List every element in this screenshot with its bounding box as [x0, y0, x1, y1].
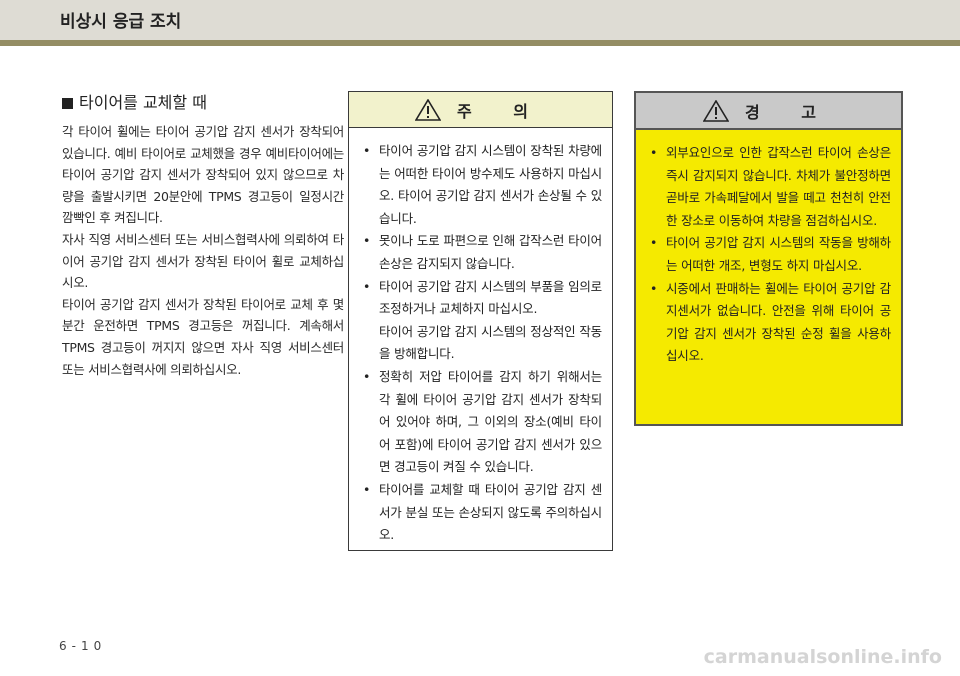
warning-box: 경 고 • 외부요인으로 인한 갑작스런 타이어 손상은 즉시 감지되지 않습니다…: [634, 91, 903, 426]
page-header: 비상시 응급 조치: [0, 0, 960, 40]
warning-list: • 외부요인으로 인한 갑작스런 타이어 손상은 즉시 감지되지 않습니다. 차체…: [636, 130, 901, 368]
caution-list: • 타이어 공기압 감지 시스템이 장착된 차량에는 어떠한 타이어 방수제도 사…: [349, 128, 612, 547]
chapter-title: 비상시 응급 조치: [60, 12, 182, 32]
caution-item-text: 타이어 공기압 감지 시스템의 정상적인 작동을 방해합니다.: [379, 323, 602, 362]
body-paragraph: 각 타이어 휠에는 타이어 공기압 감지 센서가 장착되어 있습니다. 예비 타…: [62, 124, 344, 226]
list-bullet: •: [650, 280, 658, 296]
warning-item: • 시중에서 판매하는 휠에는 타이어 공기압 감지센서가 없습니다. 안전을 위…: [650, 278, 891, 368]
page-number: 6-10: [59, 639, 107, 653]
list-bullet: •: [363, 481, 371, 497]
list-bullet: •: [363, 233, 371, 249]
warning-triangle-icon: [702, 99, 729, 122]
caution-item-text: 정확히 저압 타이어를 감지 하기 위해서는 각 휠에 타이어 공기압 감지 센…: [379, 368, 602, 475]
section-heading-text: 타이어를 교체할 때: [79, 93, 207, 112]
caution-box: 주 의 • 타이어 공기압 감지 시스템이 장착된 차량에는 어떠한 타이어 방수…: [348, 91, 613, 551]
caution-item: • 타이어 공기압 감지 시스템이 장착된 차량에는 어떠한 타이어 방수제도 사…: [363, 140, 602, 230]
caution-header: 주 의: [349, 92, 612, 128]
warning-item: • 외부요인으로 인한 갑작스런 타이어 손상은 즉시 감지되지 않습니다. 차체…: [650, 142, 891, 232]
warning-item-text: 외부요인으로 인한 갑작스런 타이어 손상은 즉시 감지되지 않습니다. 차체가…: [666, 145, 891, 228]
warning-item-text: 타이어 공기압 감지 시스템의 작동을 방해하는 어떠한 개조, 변형도 하지 …: [666, 235, 891, 273]
caution-item: • 타이어를 교체할 때 타이어 공기압 감지 센서가 분실 또는 손상되지 않도…: [363, 479, 602, 547]
caution-item: • 타이어 공기압 감지 시스템의 부품을 임의로 조정하거나 교체하지 마십시오…: [363, 276, 602, 321]
section-body: 각 타이어 휠에는 타이어 공기압 감지 센서가 장착되어 있습니다. 예비 타…: [62, 121, 344, 380]
caution-item: 타이어 공기압 감지 시스템의 정상적인 작동을 방해합니다.: [363, 321, 602, 366]
list-bullet: •: [363, 143, 371, 158]
caution-item: • 정확히 저압 타이어를 감지 하기 위해서는 각 휠에 타이어 공기압 감지 …: [363, 366, 602, 479]
header-divider: [0, 40, 960, 46]
caution-item-text: 못이나 도로 파편으로 인해 갑작스런 타이어 손상은 감지되지 않습니다.: [379, 233, 602, 271]
body-paragraph: 자사 직영 서비스센터 또는 서비스협력사에 의뢰하여 타이어 공기압 감지 센…: [62, 231, 344, 291]
list-bullet: •: [650, 235, 658, 251]
caution-item: • 못이나 도로 파편으로 인해 갑작스런 타이어 손상은 감지되지 않습니다.: [363, 230, 602, 275]
section-heading: 타이어를 교체할 때: [62, 89, 207, 113]
caution-item-text: 타이어 공기압 감지 시스템의 부품을 임의로 조정하거나 교체하지 마십시오.: [379, 278, 602, 317]
warning-title: 경 고: [744, 102, 834, 122]
body-paragraph: 타이어 공기압 감지 센서가 장착된 타이어로 교체 후 몇 분간 운전하면 T…: [62, 296, 344, 377]
warning-item-text: 시중에서 판매하는 휠에는 타이어 공기압 감지센서가 없습니다. 안전을 위해…: [666, 280, 891, 364]
caution-item-text: 타이어 공기압 감지 시스템이 장착된 차량에는 어떠한 타이어 방수제도 사용…: [379, 143, 602, 226]
warning-triangle-icon: [414, 98, 441, 121]
caution-item-text: 타이어를 교체할 때 타이어 공기압 감지 센서가 분실 또는 손상되지 않도록…: [379, 481, 602, 543]
warning-header: 경 고: [636, 93, 901, 130]
caution-title: 주 의: [456, 101, 546, 121]
list-bullet: •: [650, 145, 658, 160]
list-bullet: •: [363, 278, 371, 294]
watermark: carmanualsonline.info: [703, 646, 942, 668]
list-bullet: •: [363, 368, 371, 384]
warning-item: • 타이어 공기압 감지 시스템의 작동을 방해하는 어떠한 개조, 변형도 하지…: [650, 232, 891, 277]
square-bullet-icon: [62, 98, 73, 109]
